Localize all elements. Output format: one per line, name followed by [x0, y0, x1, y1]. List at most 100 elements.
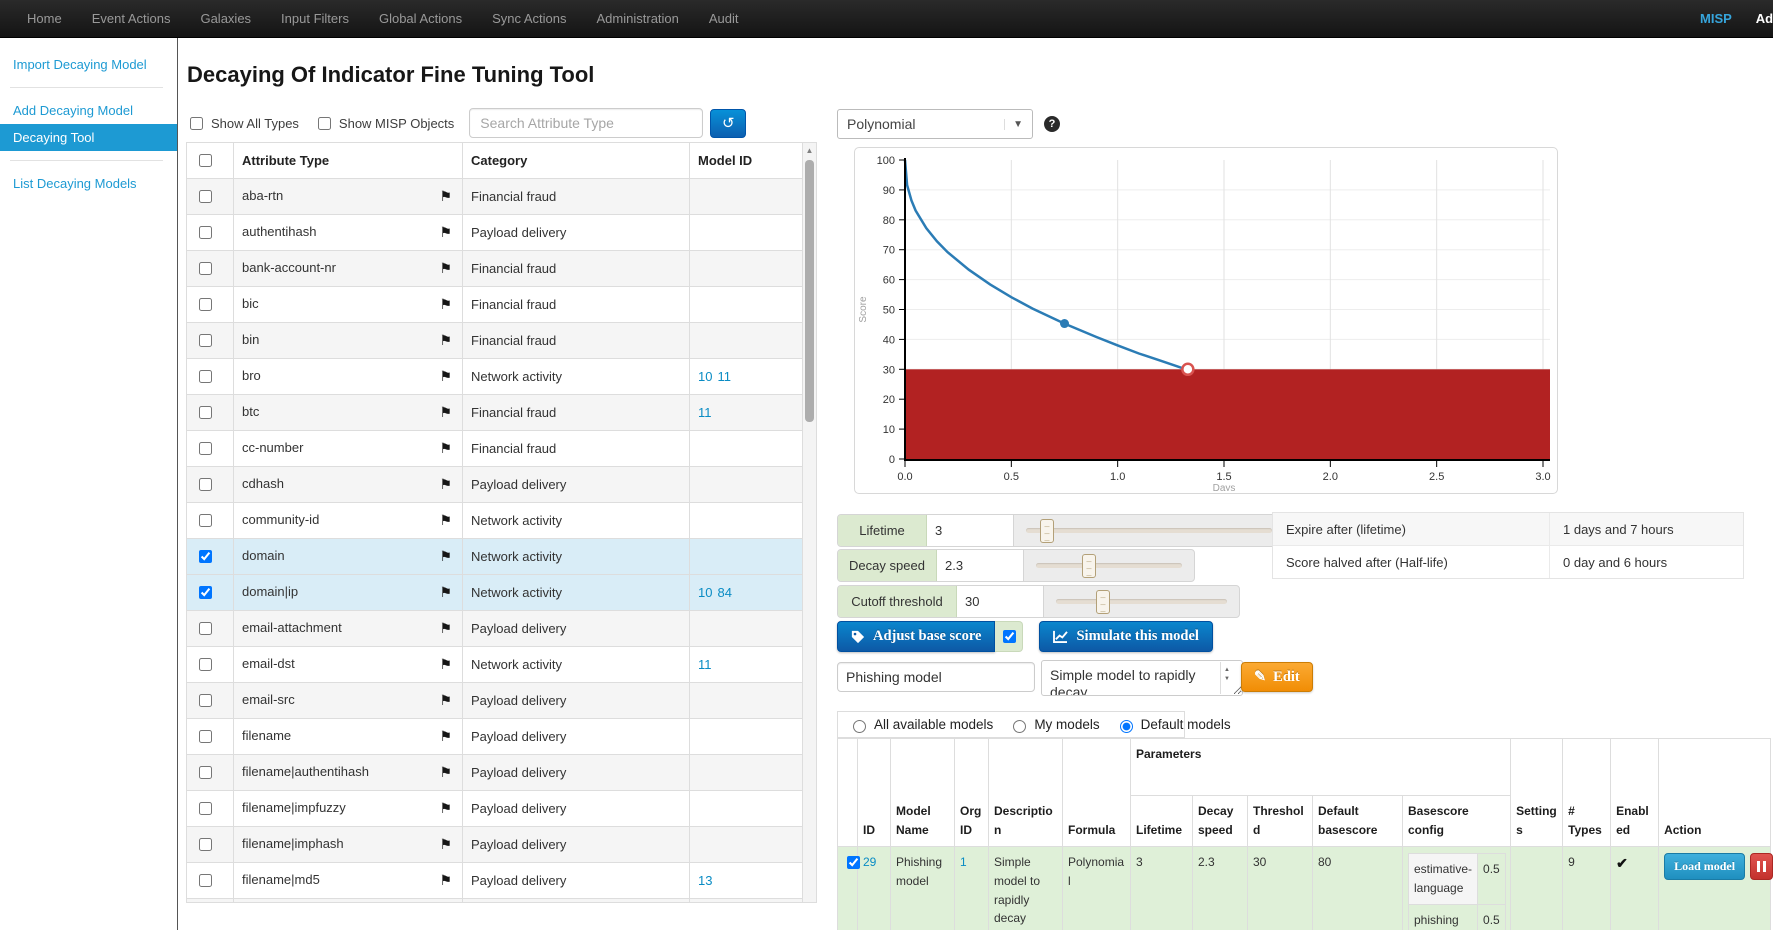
adjust-base-score-checkbox[interactable]	[1003, 630, 1016, 643]
attribute-row-checkbox[interactable]	[199, 514, 212, 527]
attribute-row-checkbox[interactable]	[199, 838, 212, 851]
attribute-row-checkbox[interactable]	[199, 730, 212, 743]
model-description-textarea[interactable]: Simple model to rapidly decay	[1041, 660, 1243, 696]
model-id-link[interactable]: 29	[863, 855, 876, 869]
model-row-checkbox[interactable]	[847, 856, 860, 869]
org-id-link[interactable]: 1	[960, 855, 967, 869]
attribute-row-checkbox[interactable]	[199, 658, 212, 671]
cutoff-threshold-slider[interactable]: ───	[1044, 586, 1239, 617]
nav-item-administration[interactable]: Administration	[582, 0, 694, 36]
model-filter-my-models[interactable]: My models	[1008, 717, 1099, 733]
attribute-row-checkbox[interactable]	[199, 190, 212, 203]
sidebar-item-import-decaying-model[interactable]: Import Decaying Model	[0, 51, 177, 78]
scrollbar-thumb[interactable]	[805, 160, 814, 422]
attribute-row[interactable]: ⚑email-srcPayload delivery	[187, 683, 803, 719]
lifetime-slider[interactable]: ───	[1014, 515, 1284, 546]
model-filter-all-available-models[interactable]: All available models	[848, 717, 993, 733]
refresh-button[interactable]: ↺	[710, 109, 746, 138]
disable-model-button[interactable]	[1750, 853, 1773, 880]
show-all-types-checkbox[interactable]	[190, 117, 203, 130]
attribute-row[interactable]: ⚑domain|ipNetwork activity1084	[187, 575, 803, 611]
model-filter-radio[interactable]	[1120, 720, 1133, 733]
attribute-row-checkbox[interactable]	[199, 262, 212, 275]
search-attribute-input[interactable]	[469, 108, 703, 138]
load-model-button[interactable]: Load model	[1664, 853, 1745, 880]
attribute-row[interactable]: ⚑cc-numberFinancial fraud	[187, 431, 803, 467]
attribute-row[interactable]: ⚑domainNetwork activity	[187, 539, 803, 575]
nav-item-home[interactable]: Home	[12, 0, 77, 36]
model-id-link[interactable]: 84	[717, 585, 731, 600]
attribute-row[interactable]: ⚑bank-account-nrFinancial fraud	[187, 251, 803, 287]
attribute-row-checkbox[interactable]	[199, 478, 212, 491]
attribute-row[interactable]: ⚑bicFinancial fraud	[187, 287, 803, 323]
nav-item-event-actions[interactable]: Event Actions	[77, 0, 186, 36]
adjust-base-score-toggle[interactable]	[995, 621, 1023, 652]
model-id-link[interactable]: 11	[698, 405, 712, 420]
nav-item-audit[interactable]: Audit	[694, 0, 754, 36]
attribute-row-checkbox[interactable]	[199, 406, 212, 419]
sidebar-item-add-decaying-model[interactable]: Add Decaying Model	[0, 97, 177, 124]
decay-speed-slider-handle[interactable]: ───	[1082, 554, 1096, 578]
formula-select[interactable]: Polynomial ▼	[837, 109, 1033, 139]
show-misp-objects-option[interactable]: Show MISP Objects	[314, 114, 454, 133]
attribute-row[interactable]: ⚑authentihashPayload delivery	[187, 215, 803, 251]
model-filter-radio[interactable]	[853, 720, 866, 733]
scrollbar-up-icon[interactable]: ▲	[803, 143, 816, 158]
attribute-row-checkbox[interactable]	[199, 298, 212, 311]
model-filter-default-models[interactable]: Default models	[1115, 717, 1231, 733]
decay-speed-input[interactable]	[937, 550, 1024, 581]
attribute-row[interactable]: ⚑filename|md5Payload delivery13	[187, 863, 803, 899]
lifetime-input[interactable]	[927, 515, 1014, 546]
attribute-row-checkbox[interactable]	[199, 586, 212, 599]
attribute-row[interactable]: ⚑binFinancial fraud	[187, 323, 803, 359]
model-filter-radio[interactable]	[1013, 720, 1026, 733]
help-icon[interactable]: ?	[1044, 116, 1060, 132]
show-misp-objects-checkbox[interactable]	[318, 117, 331, 130]
attribute-row[interactable]: ⚑filename|imphashPayload delivery	[187, 827, 803, 863]
attribute-row-checkbox[interactable]	[199, 766, 212, 779]
nav-item-sync-actions[interactable]: Sync Actions	[477, 0, 581, 36]
attribute-row[interactable]: ⚑filename|authentihashPayload delivery	[187, 755, 803, 791]
attribute-row-checkbox[interactable]	[199, 442, 212, 455]
nav-item-global-actions[interactable]: Global Actions	[364, 0, 477, 36]
select-all-checkbox[interactable]	[199, 154, 212, 167]
attribute-row[interactable]: ⚑broNetwork activity1011	[187, 359, 803, 395]
cutoff-threshold-input[interactable]	[957, 586, 1044, 617]
model-row[interactable]: 29Phishing model1Simple model to rapidly…	[838, 847, 1771, 930]
model-id-link[interactable]: 10	[698, 369, 712, 384]
model-id-link[interactable]: 13	[698, 873, 712, 888]
decay-chart[interactable]: 01020304050607080901000.00.51.01.52.02.5…	[854, 147, 1558, 494]
attribute-row[interactable]: ⚑filename|pehashPayload delivery13	[187, 899, 803, 904]
attribute-row[interactable]: ⚑aba-rtnFinancial fraud	[187, 179, 803, 215]
textarea-scroll-arrows[interactable]: ▲▼	[1220, 662, 1233, 694]
attribute-row-checkbox[interactable]	[199, 370, 212, 383]
attribute-row[interactable]: ⚑email-attachmentPayload delivery	[187, 611, 803, 647]
adjust-base-score-button[interactable]: Adjust base score	[837, 621, 995, 652]
admin-menu-link[interactable]: Admin	[1732, 0, 1773, 36]
lifetime-slider-handle[interactable]: ───	[1040, 519, 1054, 543]
sidebar-item-list-decaying-models[interactable]: List Decaying Models	[0, 170, 177, 197]
sidebar-item-decaying-tool[interactable]: Decaying Tool	[0, 124, 177, 151]
attribute-row-checkbox[interactable]	[199, 694, 212, 707]
table-scrollbar[interactable]: ▲	[802, 143, 816, 902]
attribute-row-checkbox[interactable]	[199, 874, 212, 887]
attribute-row-checkbox[interactable]	[199, 622, 212, 635]
nav-item-input-filters[interactable]: Input Filters	[266, 0, 364, 36]
attribute-row-checkbox[interactable]	[199, 334, 212, 347]
model-id-link[interactable]: 11	[698, 657, 712, 672]
edit-model-button[interactable]: ✎Edit	[1241, 662, 1313, 692]
attribute-row-checkbox[interactable]	[199, 550, 212, 563]
simulate-model-button[interactable]: Simulate this model	[1039, 621, 1212, 652]
show-all-types-option[interactable]: Show All Types	[186, 114, 299, 133]
nav-item-galaxies[interactable]: Galaxies	[185, 0, 266, 36]
attribute-row[interactable]: ⚑btcFinancial fraud11	[187, 395, 803, 431]
attribute-row-checkbox[interactable]	[199, 802, 212, 815]
decay-speed-slider[interactable]: ───	[1024, 550, 1194, 581]
attribute-row[interactable]: ⚑email-dstNetwork activity11	[187, 647, 803, 683]
model-id-link[interactable]: 10	[698, 585, 712, 600]
attribute-row[interactable]: ⚑cdhashPayload delivery	[187, 467, 803, 503]
attribute-row[interactable]: ⚑filenamePayload delivery	[187, 719, 803, 755]
attribute-row[interactable]: ⚑filename|impfuzzyPayload delivery	[187, 791, 803, 827]
misp-brand-link[interactable]: MISP	[1700, 0, 1732, 36]
attribute-row[interactable]: ⚑community-idNetwork activity	[187, 503, 803, 539]
